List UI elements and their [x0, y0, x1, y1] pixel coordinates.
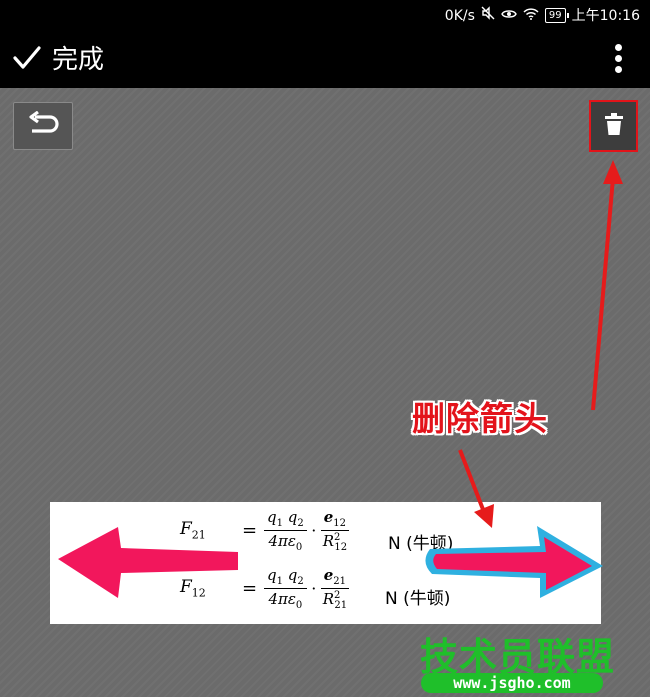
annotation-label: 删除箭头 [412, 399, 548, 438]
annotation-overlay [58, 160, 623, 598]
annotation-arrow-down [458, 449, 486, 513]
watermark-url: www.jsgho.com [421, 673, 603, 693]
left-arrow-shape[interactable] [58, 527, 238, 598]
annotation-arrow-up [591, 177, 615, 411]
annotation-arrow-up-head [603, 160, 623, 184]
